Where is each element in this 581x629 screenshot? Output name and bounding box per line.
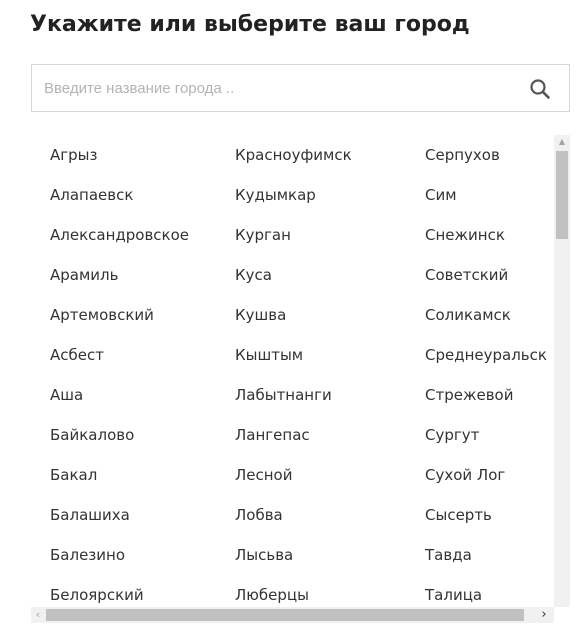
city-item[interactable]: Сургут [425,415,547,455]
city-item[interactable]: Бакал [50,455,189,495]
city-item[interactable]: Курган [235,215,352,255]
search-icon[interactable] [529,78,551,100]
search-box [31,64,570,112]
scroll-right-arrow-icon[interactable]: › [537,607,551,623]
city-item[interactable]: Лесной [235,455,352,495]
city-item[interactable]: Алапаевск [50,175,189,215]
city-item[interactable]: Соликамск [425,295,547,335]
city-item[interactable]: Арамиль [50,255,189,295]
scroll-up-arrow-icon[interactable]: ▲ [554,135,570,149]
city-item[interactable]: Сухой Лог [425,455,547,495]
city-item[interactable]: Снежинск [425,215,547,255]
search-input[interactable] [44,65,514,111]
city-item[interactable]: Кушва [235,295,352,335]
page-title: Укажите или выберите ваш город [30,12,470,37]
city-item[interactable]: Лангепас [235,415,352,455]
city-item[interactable]: Асбест [50,335,189,375]
city-item[interactable]: Серпухов [425,135,547,175]
city-item[interactable]: Александровское [50,215,189,255]
city-column: Серпухов Сим Снежинск Советский Соликамс… [425,135,547,607]
city-item[interactable]: Белоярский [50,575,189,607]
city-item[interactable]: Лобва [235,495,352,535]
city-item[interactable]: Балезино [50,535,189,575]
city-item[interactable]: Талица [425,575,547,607]
city-item[interactable]: Кыштым [235,335,352,375]
city-column: Агрыз Алапаевск Александровское Арамиль … [50,135,189,607]
city-item[interactable]: Советский [425,255,547,295]
city-item[interactable]: Лысьва [235,535,352,575]
city-item[interactable]: Балашиха [50,495,189,535]
city-item[interactable]: Тавда [425,535,547,575]
city-item[interactable]: Сысерть [425,495,547,535]
city-item[interactable]: Люберцы [235,575,352,607]
city-item[interactable]: Кудымкар [235,175,352,215]
city-item[interactable]: Сим [425,175,547,215]
vertical-scrollbar[interactable]: ▲ [554,135,570,607]
city-item[interactable]: Аша [50,375,189,415]
city-item[interactable]: Лабытнанги [235,375,352,415]
city-item[interactable]: Куса [235,255,352,295]
city-item[interactable]: Среднеуральск [425,335,547,375]
city-item[interactable]: Байкалово [50,415,189,455]
city-item[interactable]: Красноуфимск [235,135,352,175]
city-column: Красноуфимск Кудымкар Курган Куса Кушва … [235,135,352,607]
horizontal-scrollbar[interactable]: ‹ [31,607,554,623]
city-list: Агрыз Алапаевск Александровское Арамиль … [31,135,571,607]
city-item[interactable]: Стрежевой [425,375,547,415]
city-item[interactable]: Агрыз [50,135,189,175]
vertical-scroll-thumb[interactable] [556,151,568,239]
city-item[interactable]: Артемовский [50,295,189,335]
horizontal-scroll-thumb[interactable] [46,609,524,621]
scroll-left-arrow-icon[interactable]: ‹ [31,607,45,623]
